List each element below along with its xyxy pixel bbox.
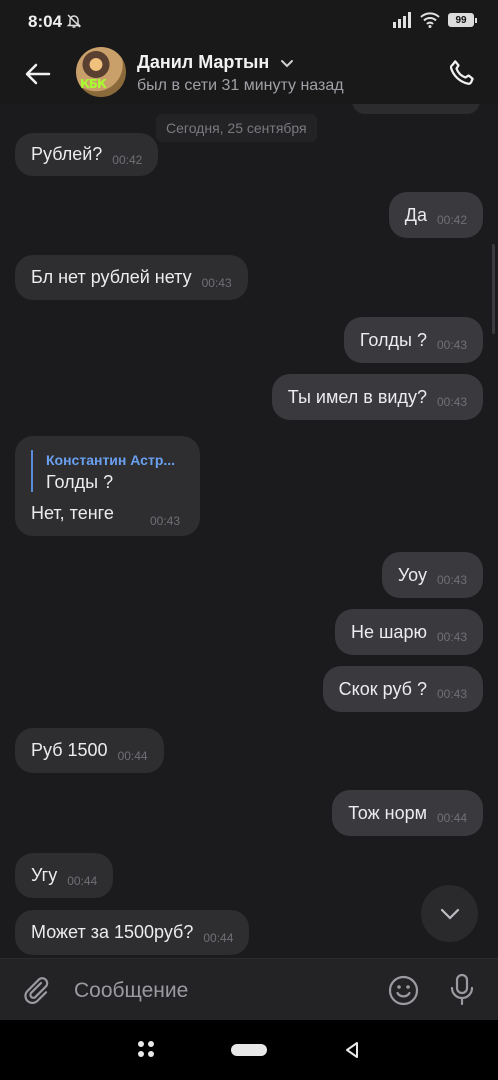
scrollbar[interactable]: [492, 244, 495, 334]
message-text: Рублей?: [31, 144, 103, 164]
back-button[interactable]: [18, 54, 58, 94]
bell-off-icon: [66, 14, 82, 28]
reply-quoted-text: Голды ?: [46, 472, 114, 492]
message-text: Ты имел в виду?: [287, 386, 427, 407]
message-bubble[interactable]: Ты имел в виду? 00:43: [271, 374, 483, 420]
message-time: 00:43: [201, 275, 232, 290]
paperclip-icon[interactable]: [20, 974, 52, 1006]
avatar[interactable]: КБК: [76, 47, 126, 97]
message-time: 00:44: [67, 873, 98, 888]
message-text: Тож норм: [348, 802, 427, 823]
message-text: Голды ?: [359, 329, 427, 350]
reply-author[interactable]: Константин Астр...: [46, 452, 186, 468]
message-composer: [0, 958, 498, 1021]
chat-header: КБК Данил Мартын был в сети 31 минуту на…: [0, 44, 498, 104]
wifi-icon: [420, 12, 440, 28]
arrow-left-icon: [25, 63, 51, 85]
message-time: 00:44: [117, 748, 148, 763]
message-text: Не шарю: [350, 621, 427, 642]
message-text: Нет, тенге: [31, 503, 114, 523]
message-text: Бл нет рублей нету: [31, 267, 192, 287]
message-time: 00:43: [436, 338, 467, 352]
message-time: 00:43: [436, 630, 467, 644]
message-time: 00:43: [436, 687, 467, 701]
contact-status: был в сети 31 минуту назад: [137, 77, 344, 94]
signal-icon: [393, 12, 411, 28]
message-time: 00:44: [436, 811, 467, 825]
message-bubble[interactable]: Руб 1500 00:44: [15, 728, 164, 773]
phone-icon: [449, 60, 474, 85]
contact-name-row[interactable]: Данил Мартын: [137, 52, 294, 73]
message-text: Угу: [31, 865, 58, 885]
date-separator: Сегодня, 25 сентября: [156, 114, 317, 142]
reply-message-bubble[interactable]: Константин Астр... Голды ? Нет, тенге 00…: [15, 436, 200, 536]
call-button[interactable]: [444, 54, 480, 90]
chevron-down-icon: [281, 60, 294, 68]
home-button[interactable]: [231, 1044, 267, 1056]
message-time: 00:43: [436, 395, 467, 409]
smiley-icon[interactable]: [387, 974, 420, 1007]
message-text: Да: [404, 204, 427, 225]
chevron-down-icon: [440, 908, 459, 920]
status-indicators: 99: [392, 12, 477, 28]
message-text: Скок руб ?: [338, 678, 427, 699]
message-bubble[interactable]: Да 00:42: [388, 192, 483, 238]
message-bubble[interactable]: Тож норм 00:44: [332, 790, 483, 836]
message-bubble[interactable]: Угу 00:44: [15, 853, 114, 898]
message-time: 00:42: [112, 152, 143, 167]
message-text: Уоу: [397, 564, 427, 585]
reply-quote-bar: [31, 450, 33, 492]
message-bubble[interactable]: Рублей? 00:42: [15, 133, 159, 176]
message-time: 00:44: [203, 930, 234, 945]
previous-message-bubble[interactable]: [352, 104, 480, 114]
message-input[interactable]: [72, 971, 376, 1011]
message-time: 00:43: [150, 514, 181, 528]
back-triangle-icon[interactable]: [344, 1041, 360, 1059]
message-time: 00:43: [436, 573, 467, 587]
message-text: Может за 1500руб?: [31, 922, 194, 942]
message-bubble[interactable]: Бл нет рублей нету 00:43: [15, 255, 248, 300]
system-navigation-bar: [0, 1020, 498, 1080]
battery-icon: 99: [448, 13, 477, 27]
message-bubble[interactable]: Уоу 00:43: [381, 552, 483, 598]
status-time: 8:04: [28, 12, 63, 31]
contact-name: Данил Мартын: [137, 52, 270, 72]
avatar-text: КБК: [80, 77, 107, 91]
message-bubble[interactable]: Может за 1500руб? 00:44: [15, 910, 250, 955]
scroll-down-button[interactable]: [421, 885, 478, 942]
message-list[interactable]: Сегодня, 25 сентября Рублей? 00:42 Да 00…: [0, 104, 498, 956]
message-bubble[interactable]: Голды ? 00:43: [343, 317, 483, 363]
message-time: 00:42: [436, 213, 467, 227]
microphone-icon[interactable]: [447, 973, 477, 1007]
recent-apps-icon[interactable]: [137, 1040, 155, 1058]
message-text: Руб 1500: [31, 740, 108, 760]
message-bubble[interactable]: Не шарю 00:43: [334, 609, 483, 655]
status-bar: 8:04 99: [0, 0, 498, 44]
message-bubble[interactable]: Скок руб ? 00:43: [322, 666, 483, 712]
